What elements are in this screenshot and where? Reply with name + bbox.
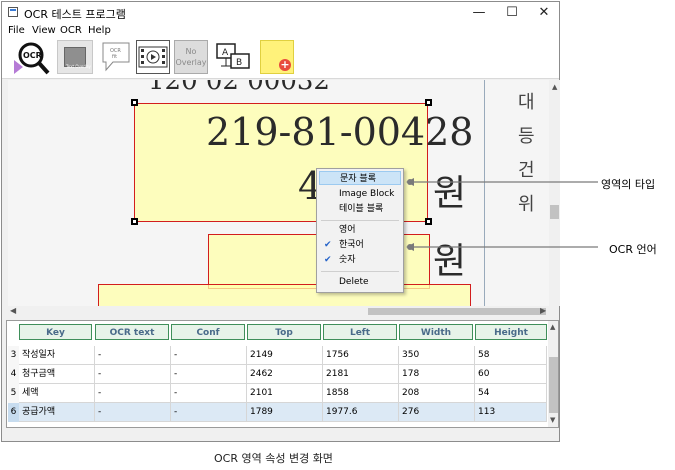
callout-arrows <box>406 178 598 251</box>
annotation-region-type: 영역의 타입 <box>601 178 656 191</box>
annotation-ocr-language: OCR 언어 <box>609 243 657 256</box>
figure-caption: OCR 영역 속성 변경 화면 <box>214 452 333 465</box>
